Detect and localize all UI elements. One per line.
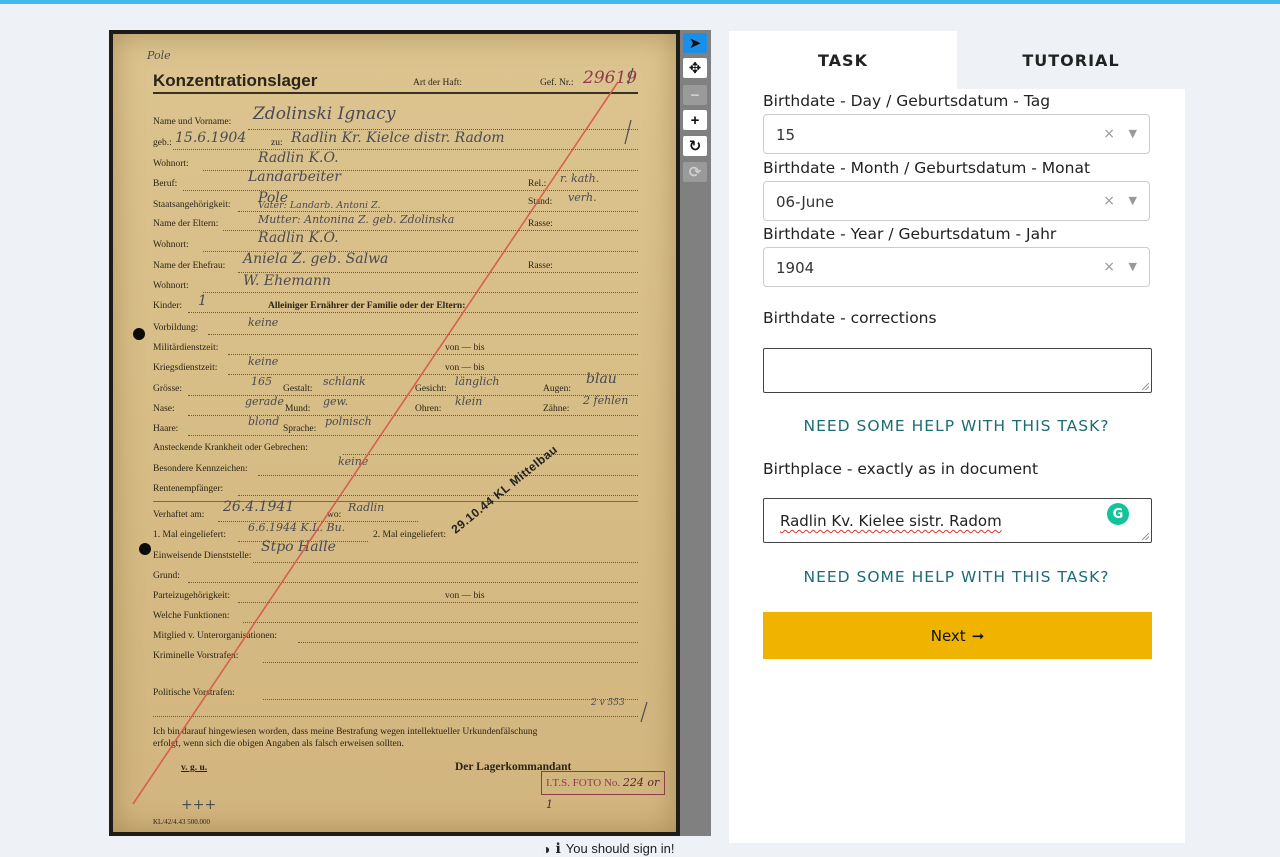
birthplace-value: Radlin Kv. Kielee sistr. Radom (780, 512, 1002, 530)
clear-icon[interactable]: × (1103, 193, 1115, 209)
chevron-down-icon[interactable]: ▼ (1129, 260, 1137, 273)
birthplace-field[interactable]: Radlin Kv. Kielee sistr. Radom G (763, 498, 1152, 543)
resize-grip-icon[interactable] (1142, 383, 1149, 390)
birth-day-label: Birthdate - Day / Geburtsdatum - Tag (763, 92, 1051, 110)
contrast-icon[interactable]: ◑ (542, 841, 550, 857)
zoom-out-icon[interactable]: − (683, 85, 707, 105)
tab-task[interactable]: TASK (729, 31, 957, 89)
info-icon[interactable]: ℹ (555, 840, 560, 857)
red-diagonal-line (132, 67, 648, 805)
birth-month-select[interactable]: 06-June × ▼ (763, 181, 1150, 221)
panel-tabs: TASK TUTORIAL (729, 31, 1185, 89)
next-label: Next (930, 626, 966, 645)
move-icon[interactable]: ✥ (683, 58, 707, 78)
rotate-icon[interactable]: ↻ (683, 136, 707, 156)
grammarly-icon[interactable]: G (1107, 503, 1129, 525)
birth-day-value: 15 (776, 126, 796, 144)
reset-icon[interactable]: ⟳ (683, 162, 707, 182)
birthplace-label: Birthplace - exactly as in document (763, 460, 1039, 478)
clear-icon[interactable]: × (1103, 126, 1115, 142)
birth-month-label: Birthdate - Month / Geburtsdatum - Monat (763, 159, 1091, 177)
birth-year-value: 1904 (776, 259, 815, 277)
help-link-2[interactable]: NEED SOME HELP WITH THIS TASK? (763, 568, 1150, 586)
signin-notice[interactable]: ◑ ℹ You should sign in! (542, 840, 674, 857)
chevron-down-icon[interactable]: ▼ (1129, 127, 1137, 140)
task-panel: TASK TUTORIAL Birthdate - Day / Geburtsd… (729, 31, 1185, 843)
signin-text[interactable]: You should sign in! (566, 841, 675, 856)
registration-card-image: Pole Konzentrationslager Art der Haft: G… (113, 34, 676, 832)
clear-icon[interactable]: × (1103, 259, 1115, 275)
document-viewer[interactable]: Pole Konzentrationslager Art der Haft: G… (109, 30, 680, 836)
viewer-toolbar: ➤ ✥ − + ↻ ⟳ (680, 30, 711, 836)
chevron-down-icon[interactable]: ▼ (1129, 194, 1137, 207)
resize-grip-icon[interactable] (1142, 533, 1149, 540)
arrow-right-icon: ➞ (971, 626, 985, 645)
corrections-field[interactable] (763, 348, 1152, 393)
help-link-1[interactable]: NEED SOME HELP WITH THIS TASK? (763, 417, 1150, 435)
top-accent-bar (0, 0, 1280, 4)
birth-year-label: Birthdate - Year / Geburtsdatum - Jahr (763, 225, 1057, 243)
birth-year-select[interactable]: 1904 × ▼ (763, 247, 1150, 287)
zoom-in-icon[interactable]: + (683, 110, 707, 130)
next-button[interactable]: Next ➞ (763, 612, 1152, 659)
pointer-icon[interactable]: ➤ (683, 33, 707, 53)
corrections-label: Birthdate - corrections (763, 309, 937, 327)
birth-day-select[interactable]: 15 × ▼ (763, 114, 1150, 154)
tab-tutorial[interactable]: TUTORIAL (957, 31, 1185, 89)
birth-month-value: 06-June (776, 193, 835, 211)
